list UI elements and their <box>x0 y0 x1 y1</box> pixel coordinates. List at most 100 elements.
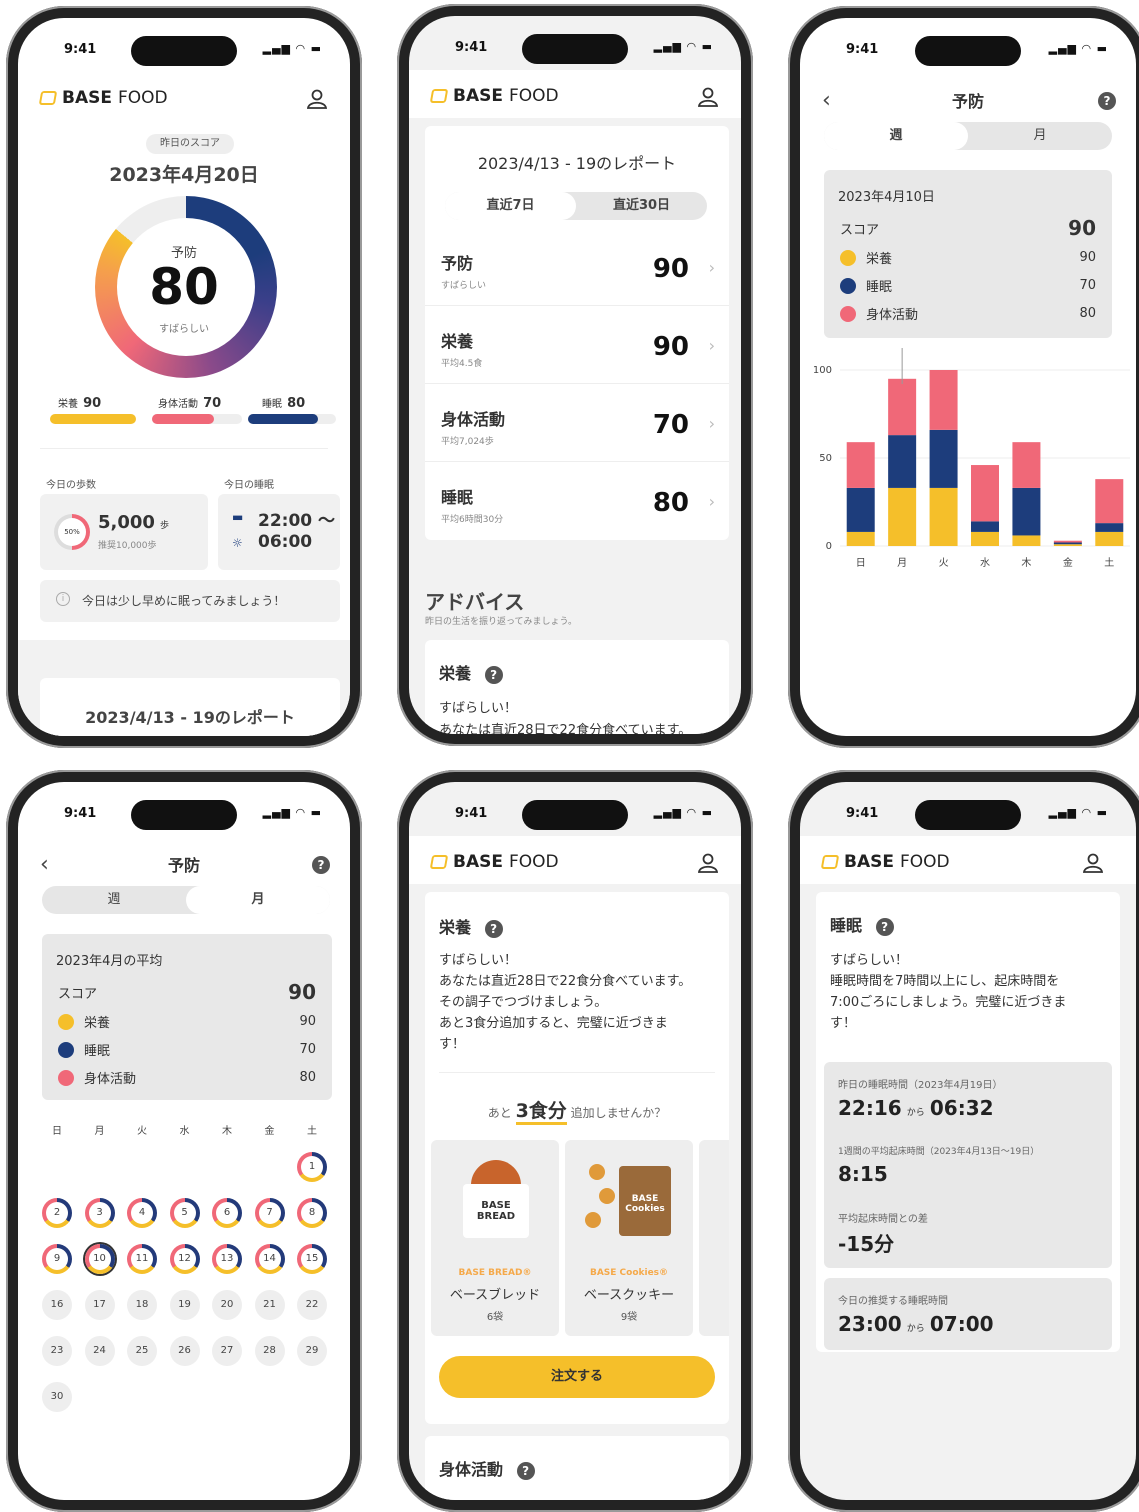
logo[interactable]: BASE FOOD <box>820 852 950 872</box>
tab-week[interactable]: 週 <box>42 886 186 914</box>
tab-month[interactable]: 月 <box>968 122 1112 150</box>
user-icon[interactable] <box>1082 852 1104 874</box>
calendar-day[interactable]: 4 <box>127 1198 157 1228</box>
advice-title: アドバイス <box>425 590 525 614</box>
help-icon[interactable]: ? <box>484 666 503 684</box>
sleep-start: 22:00 〜 <box>258 511 336 531</box>
activity-advice-card: 身体活動 ? <box>425 1436 729 1500</box>
chevron-right-icon: › <box>708 336 715 355</box>
bar-nutrition <box>888 487 917 546</box>
cookies-image: BASE Cookies <box>585 1160 675 1240</box>
calendar-day[interactable]: 5 <box>169 1198 200 1228</box>
calendar-day[interactable]: 23 <box>42 1336 72 1366</box>
calendar-day[interactable]: 1 <box>297 1152 327 1182</box>
calendar-day[interactable]: 22 <box>297 1290 327 1320</box>
phone-weekly: 9:41 ▂▄▆ ◠ ▬ ‹ 予防? 週 月 2023年4月10日 スコア 90 栄… <box>788 6 1139 748</box>
logo[interactable]: BASE FOOD <box>429 86 559 106</box>
calendar-day[interactable]: 7 <box>254 1198 285 1228</box>
metric-activity: 身体活動 70 <box>144 392 244 424</box>
chevron-right-icon: › <box>708 258 715 277</box>
calendar-day[interactable]: 8 <box>297 1198 327 1228</box>
calendar-day[interactable]: 28 <box>254 1336 285 1366</box>
tab-30days[interactable]: 直近30日 <box>576 192 707 220</box>
header: ‹ 予防? <box>18 852 350 882</box>
sleep-card[interactable]: ▬ 22:00 〜 ☼ 06:00 <box>218 494 340 570</box>
phone-monthly: 9:41 ▂▄▆ ◠ ▬ ‹ 予防? 週 月 2023年4月の平均 スコア 90 栄… <box>6 770 362 1512</box>
order-button[interactable]: 注文する <box>439 1356 715 1398</box>
calendar-day[interactable]: 27 <box>212 1336 242 1366</box>
calendar-day[interactable]: 15 <box>297 1244 327 1274</box>
phone-nutrition: 9:41 ▂▄▆ ◠ ▬ BASE FOOD 栄養 ? すばらしい！ あなたは直近… <box>397 770 753 1512</box>
weekday-label: 水 <box>179 1126 190 1137</box>
calendar-day[interactable]: 17 <box>84 1290 115 1320</box>
calendar-day[interactable]: 14 <box>254 1244 285 1274</box>
row-nutrition[interactable]: 栄養 平均4.5食 90 › <box>425 306 729 384</box>
page-title: 予防 <box>167 856 200 875</box>
add-meals-prompt: あと 3食分 追加しませんか？ <box>425 1096 729 1125</box>
bar-sleep <box>846 487 875 532</box>
calendar-day[interactable]: 16 <box>42 1290 72 1320</box>
screen: 9:41 ▂▄▆ ◠ ▬ BASE FOOD 昨日のスコア 2023年4月20日 … <box>18 18 350 736</box>
diff-label: 平均起床時間との差 <box>838 1214 928 1225</box>
ring-score: 80 <box>149 258 219 316</box>
help-icon[interactable]: ? <box>875 918 894 936</box>
steps-card[interactable]: 50% 5,000 歩 推奨10,000歩 <box>40 494 208 570</box>
tab-week[interactable]: 週 <box>824 122 968 150</box>
calendar-day[interactable]: 2 <box>42 1198 72 1228</box>
calendar-day[interactable]: 19 <box>169 1290 200 1320</box>
help-icon[interactable]: ? <box>516 1462 535 1480</box>
status-icons: ▂▄▆ ◠ ▬ <box>653 40 713 53</box>
help-icon[interactable]: ? <box>312 856 330 874</box>
calendar-day[interactable]: 6 <box>212 1198 242 1228</box>
calendar-day[interactable]: 26 <box>169 1336 200 1366</box>
metric-nutrition: 栄養 90 <box>44 392 136 424</box>
y-tick-label: 0 <box>826 541 832 552</box>
tip-banner: i 今日は少し早めに眠ってみましょう！ <box>40 580 340 622</box>
calendar-day[interactable]: 18 <box>127 1290 157 1320</box>
calendar-day[interactable]: 12 <box>169 1244 200 1274</box>
bar-activity <box>971 465 999 522</box>
help-icon[interactable]: ? <box>1098 92 1116 110</box>
sleep-end: 06:00 <box>258 532 313 552</box>
calendar-day[interactable]: 30 <box>42 1382 72 1412</box>
help-icon[interactable]: ? <box>484 920 503 938</box>
calendar-day[interactable]: 24 <box>84 1336 115 1366</box>
calendar-day[interactable]: 21 <box>254 1290 285 1320</box>
user-icon[interactable] <box>697 86 719 108</box>
status-icons: ▂▄▆ ◠ ▬ <box>262 42 322 55</box>
calendar-day[interactable]: 25 <box>127 1336 157 1366</box>
tab-month[interactable]: 月 <box>186 886 330 914</box>
calendar-day[interactable]: 20 <box>212 1290 242 1320</box>
row-prevention[interactable]: 予防 すばらしい 90 › <box>425 228 729 306</box>
back-icon[interactable]: ‹ <box>822 88 831 113</box>
product-card-partial[interactable] <box>699 1140 729 1336</box>
tab-7days[interactable]: 直近7日 <box>445 192 576 220</box>
report-range-tabs: 直近7日 直近30日 <box>445 192 707 220</box>
logo[interactable]: BASE FOOD <box>38 88 168 108</box>
logo[interactable]: BASE FOOD <box>429 852 559 872</box>
calendar-day[interactable]: 11 <box>127 1244 157 1274</box>
calendar-day[interactable]: 29 <box>297 1336 327 1366</box>
info-icon: i <box>56 592 70 606</box>
legend-sleep: 睡眠 70 <box>58 1040 316 1059</box>
dynamic-island <box>522 800 628 830</box>
bar-nutrition <box>1053 544 1082 546</box>
row-sleep[interactable]: 睡眠 平均6時間30分 80 › <box>425 462 729 540</box>
calendar-day[interactable]: 3 <box>84 1198 115 1228</box>
screen: 9:41 ▂▄▆ ◠ ▬ ‹ 予防? 週 月 2023年4月10日 スコア 90 栄… <box>800 18 1136 736</box>
calendar-day[interactable]: 9 <box>42 1244 72 1274</box>
logo-mark-icon <box>820 855 840 869</box>
nutrition-line-3: その調子でつづけましょう。 <box>439 995 608 1010</box>
product-card-bread[interactable]: BASE BREAD BASE BREAD® ベースブレッド 6袋 <box>431 1140 559 1336</box>
product-name: ベースクッキー <box>583 1288 675 1303</box>
status-icons: ▂▄▆ ◠ ▬ <box>262 806 322 819</box>
user-icon[interactable] <box>697 852 719 874</box>
calendar-day[interactable]: 10 <box>84 1244 115 1274</box>
row-activity[interactable]: 身体活動 平均7,024歩 70 › <box>425 384 729 462</box>
back-icon[interactable]: ‹ <box>40 852 49 877</box>
y-tick-label: 50 <box>819 453 832 464</box>
calendar-day[interactable]: 13 <box>212 1244 242 1274</box>
product-card-cookies[interactable]: BASE Cookies BASE Cookies® ベースクッキー 9袋 <box>565 1140 693 1336</box>
user-icon[interactable] <box>306 88 328 110</box>
report-card[interactable]: 2023/4/13 - 19のレポート <box>40 678 340 736</box>
